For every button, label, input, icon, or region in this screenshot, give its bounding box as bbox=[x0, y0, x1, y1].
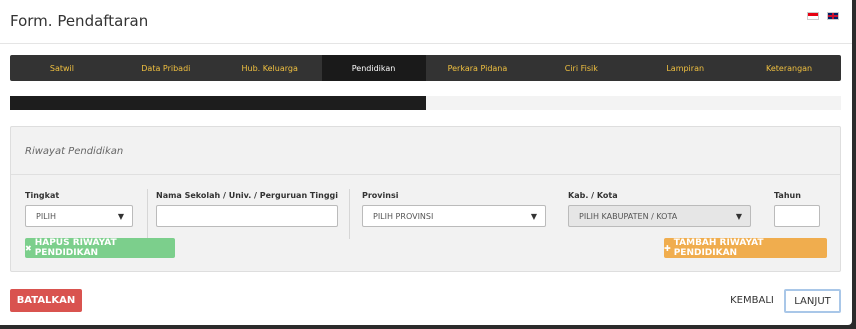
next-button[interactable]: LANJUT bbox=[784, 289, 841, 313]
provinsi-label: Provinsi bbox=[362, 191, 399, 200]
cancel-button[interactable]: BATALKAN bbox=[10, 289, 82, 312]
step-lampiran[interactable]: Lampiran bbox=[633, 55, 737, 81]
panel-title: Riwayat Pendidikan bbox=[25, 146, 124, 157]
tahun-input[interactable] bbox=[774, 205, 820, 227]
tingkat-select[interactable]: PILIH ▼ bbox=[25, 205, 133, 227]
sekolah-label: Nama Sekolah / Univ. / Perguruan Tinggi bbox=[156, 191, 339, 200]
step-ciri-fisik[interactable]: Ciri Fisik bbox=[529, 55, 633, 81]
modal-header: Form. Pendaftaran bbox=[0, 0, 852, 44]
step-pendidikan[interactable]: Pendidikan bbox=[321, 55, 426, 81]
close-icon: ✖ bbox=[25, 243, 32, 253]
sekolah-input[interactable] bbox=[156, 205, 338, 227]
plus-icon: ✚ bbox=[664, 243, 671, 253]
flag-id-icon[interactable] bbox=[807, 12, 819, 20]
flag-en-icon[interactable] bbox=[827, 12, 839, 20]
kota-select-value: PILIH KABUPATEN / KOTA bbox=[579, 211, 678, 221]
step-satwil[interactable]: Satwil bbox=[10, 55, 114, 81]
modal-title: Form. Pendaftaran bbox=[10, 12, 149, 30]
caret-down-icon: ▼ bbox=[117, 212, 124, 221]
step-keterangan[interactable]: Keterangan bbox=[737, 55, 841, 81]
step-hub-keluarga[interactable]: Hub. Keluarga bbox=[218, 55, 322, 81]
remove-education-label: HAPUS RIWAYAT PENDIDIKAN bbox=[34, 238, 117, 258]
remove-education-button[interactable]: ✖ HAPUS RIWAYAT PENDIDIKAN bbox=[25, 238, 175, 258]
tahun-label: Tahun bbox=[774, 191, 801, 200]
registration-modal: Form. Pendaftaran Satwil Data Pribadi Hu… bbox=[0, 0, 852, 325]
divider bbox=[147, 189, 148, 239]
step-perkara-pidana[interactable]: Perkara Pidana bbox=[426, 55, 530, 81]
kota-select[interactable]: PILIH KABUPATEN / KOTA ▼ bbox=[568, 205, 751, 227]
provinsi-select[interactable]: PILIH PROVINSI ▼ bbox=[362, 205, 546, 227]
back-button[interactable]: KEMBALI bbox=[724, 289, 780, 312]
tingkat-label: Tingkat bbox=[25, 191, 60, 200]
tingkat-select-value: PILIH bbox=[36, 211, 57, 221]
kota-label: Kab. / Kota bbox=[568, 191, 618, 200]
caret-down-icon: ▼ bbox=[735, 212, 742, 221]
divider bbox=[349, 189, 350, 239]
wizard-steps: Satwil Data Pribadi Hub. Keluarga Pendid… bbox=[10, 55, 841, 81]
add-education-button[interactable]: ✚ TAMBAH RIWAYAT PENDIDIKAN bbox=[664, 238, 827, 258]
panel-divider bbox=[11, 174, 840, 175]
education-panel: Riwayat Pendidikan Tingkat PILIH ▼ Nama … bbox=[10, 126, 841, 272]
progress-fill bbox=[10, 96, 426, 110]
caret-down-icon: ▼ bbox=[530, 212, 537, 221]
progress-bar bbox=[10, 96, 841, 110]
add-education-label: TAMBAH RIWAYAT PENDIDIKAN bbox=[673, 238, 764, 258]
step-data-pribadi[interactable]: Data Pribadi bbox=[114, 55, 218, 81]
provinsi-select-value: PILIH PROVINSI bbox=[373, 211, 434, 221]
